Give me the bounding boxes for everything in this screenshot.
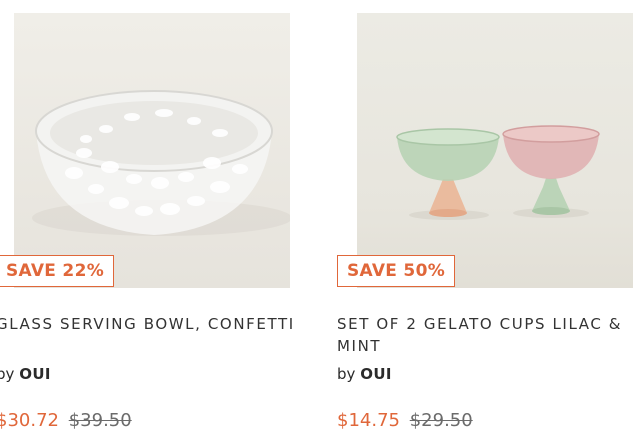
product-image-gelato-cups[interactable] [357, 13, 633, 288]
glass-bowl-illustration [14, 13, 290, 288]
vendor-line: by OUI [0, 364, 51, 384]
original-price: $39.50 [68, 410, 132, 431]
vendor-name[interactable]: OUI [360, 365, 392, 383]
price: $14.75 $29.50 [337, 408, 473, 434]
vendor-name[interactable]: OUI [19, 365, 51, 383]
discount-badge: SAVE 50% [337, 255, 456, 287]
by-label: by [337, 365, 356, 383]
gelato-cups-illustration [357, 13, 633, 288]
sale-price: $30.72 [0, 410, 59, 431]
original-price: $29.50 [409, 410, 473, 431]
by-label: by [0, 365, 15, 383]
product-title[interactable]: GLASS SERVING BOWL, CONFETTI [0, 313, 296, 335]
discount-badge: SAVE 22% [0, 255, 115, 287]
price: $30.72 $39.50 [0, 408, 132, 434]
product-title[interactable]: SET OF 2 GELATO CUPS LILAC & MINT [337, 313, 637, 357]
vendor-line: by OUI [337, 364, 392, 384]
sale-price: $14.75 [337, 410, 400, 431]
product-image-glass-bowl[interactable] [14, 13, 290, 288]
